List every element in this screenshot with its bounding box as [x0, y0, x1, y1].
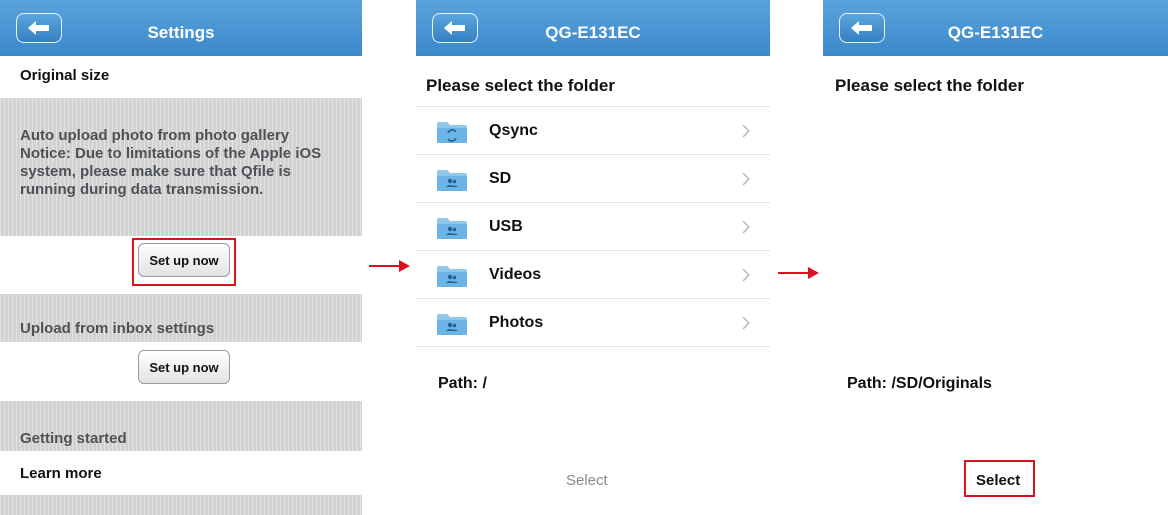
folder-select-screen: QG-E131EC Please select the folder Qsync… — [416, 0, 770, 515]
select-button[interactable]: Select — [566, 472, 608, 489]
folder-item-videos[interactable]: Videos — [416, 251, 770, 299]
chevron-right-icon — [742, 124, 750, 138]
bottom-section — [0, 495, 362, 515]
navbar: QG-E131EC — [416, 0, 770, 56]
upload-inbox-section: Upload from inbox settings — [0, 294, 362, 342]
navbar: Settings — [0, 0, 362, 56]
learn-more-link[interactable]: Learn more — [20, 465, 102, 482]
upload-inbox-heading: Upload from inbox settings — [20, 320, 215, 337]
highlight-box — [964, 460, 1035, 497]
folder-selected-screen: QG-E131EC Please select the folder Path:… — [823, 0, 1168, 515]
getting-started-section: Getting started — [0, 401, 362, 451]
original-size-label[interactable]: Original size — [20, 67, 109, 84]
qsync-folder-icon — [437, 122, 467, 143]
page-title: QG-E131EC — [545, 23, 641, 42]
folder-item-photos[interactable]: Photos — [416, 299, 770, 347]
auto-upload-section: Auto upload photo from photo gallery Not… — [0, 98, 362, 236]
chevron-right-icon — [742, 220, 750, 234]
folder-name: SD — [489, 170, 512, 187]
shared-folder-icon — [437, 218, 467, 239]
upload-inbox-setup-button[interactable]: Set up now — [138, 350, 230, 384]
getting-started-heading: Getting started — [20, 430, 127, 447]
settings-screen: Settings Original size Auto upload photo… — [0, 0, 362, 515]
chevron-right-icon — [742, 172, 750, 186]
navbar: QG-E131EC — [823, 0, 1168, 56]
highlight-box — [132, 238, 236, 286]
folder-name: Qsync — [489, 122, 538, 139]
folder-name: USB — [489, 218, 523, 235]
folder-item-sd[interactable]: SD — [416, 155, 770, 203]
auto-upload-description: Auto upload photo from photo gallery Not… — [20, 127, 322, 198]
path-label: Path: / — [438, 375, 487, 392]
chevron-right-icon — [742, 316, 750, 330]
select-folder-heading: Please select the folder — [835, 76, 1024, 95]
folder-name: Videos — [489, 266, 542, 283]
flow-arrow-icon — [369, 260, 410, 272]
shared-folder-icon — [437, 170, 467, 191]
select-folder-heading: Please select the folder — [426, 76, 615, 95]
shared-folder-icon — [437, 314, 467, 335]
folder-item-qsync[interactable]: Qsync — [416, 107, 770, 155]
chevron-right-icon — [742, 268, 750, 282]
shared-folder-icon — [437, 266, 467, 287]
page-title: Settings — [147, 23, 215, 42]
path-label: Path: /SD/Originals — [847, 375, 992, 392]
folder-list[interactable]: Qsync SD USB Videos Photos — [416, 107, 770, 359]
folder-item-usb[interactable]: USB — [416, 203, 770, 251]
page-title: QG-E131EC — [947, 23, 1044, 42]
flow-arrow-icon — [778, 267, 819, 279]
folder-name: Photos — [489, 314, 544, 331]
